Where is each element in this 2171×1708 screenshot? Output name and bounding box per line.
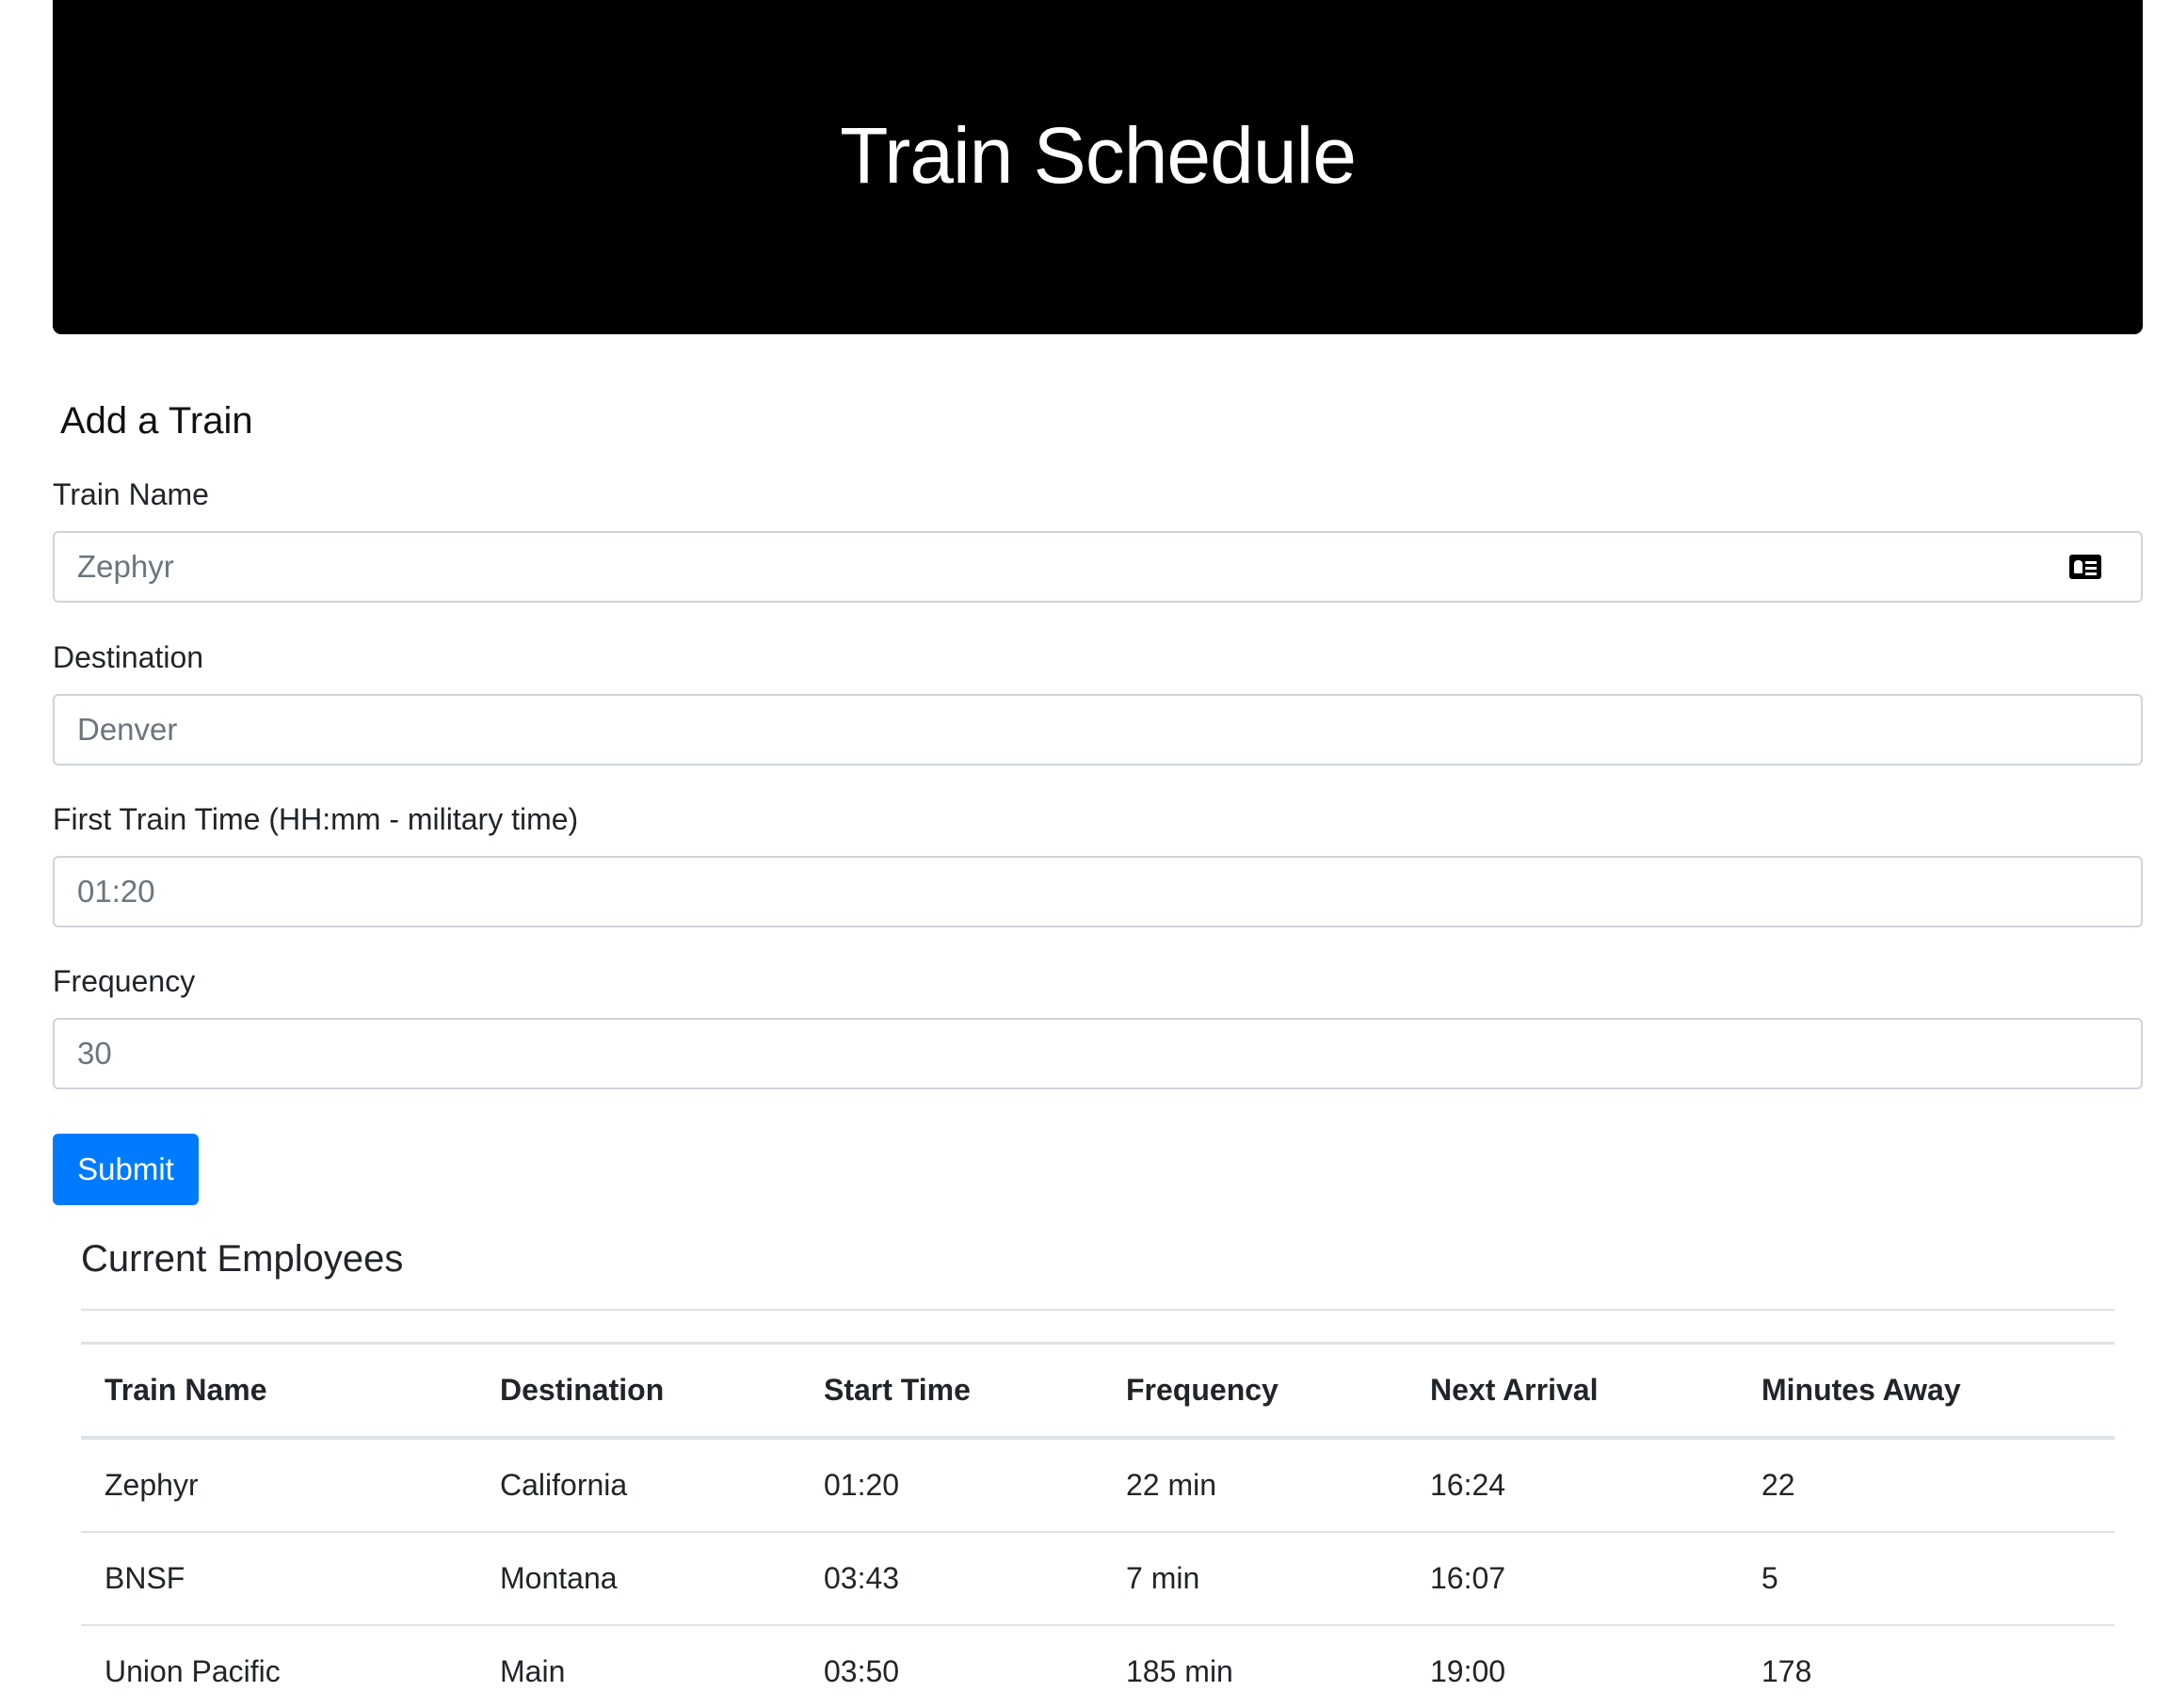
form-title: Add a Train [60, 400, 253, 442]
cell-frequency: 22 min [1102, 1438, 1407, 1533]
employees-title: Current Employees [81, 1238, 404, 1280]
cell-destination: California [476, 1438, 800, 1533]
cell-start-time: 03:43 [800, 1532, 1102, 1626]
divider [81, 1309, 2115, 1311]
train-table: Train Name Destination Start Time Freque… [81, 1342, 2115, 1708]
cell-minutes-away: 5 [1738, 1532, 2115, 1626]
cell-frequency: 7 min [1102, 1532, 1407, 1626]
cell-train-name: Zephyr [81, 1438, 476, 1533]
frequency-label: Frequency [53, 964, 196, 998]
destination-label: Destination [53, 640, 204, 674]
cell-train-name: BNSF [81, 1532, 476, 1626]
column-header-next-arrival: Next Arrival [1407, 1342, 1738, 1440]
table-row: Union Pacific Main 03:50 185 min 19:00 1… [81, 1625, 2115, 1708]
cell-train-name: Union Pacific [105, 1654, 281, 1688]
page-title: Train Schedule [840, 111, 1357, 200]
submit-button[interactable]: Submit [53, 1134, 199, 1205]
current-employees-section: Current Employees Train Name Destination… [81, 1233, 2115, 1688]
cell-minutes-away: 22 [1738, 1438, 2115, 1533]
train-name-label: Train Name [53, 477, 209, 511]
table-row: BNSF Montana 03:43 7 min 16:07 5 [81, 1532, 2115, 1626]
column-header-train-name: Train Name [81, 1342, 476, 1440]
cell-start-time: 01:20 [800, 1438, 1102, 1533]
first-train-time-label: First Train Time (HH:mm - military time) [53, 802, 579, 836]
cell-start-time: 03:50 [824, 1654, 900, 1688]
header-banner: Train Schedule [53, 0, 2143, 334]
column-header-destination: Destination [476, 1342, 800, 1440]
frequency-input[interactable] [53, 1018, 2143, 1089]
table-header-row: Train Name Destination Start Time Freque… [81, 1342, 2115, 1440]
destination-input[interactable] [53, 694, 2143, 765]
cell-destination: Montana [476, 1532, 800, 1626]
cell-next-arrival: 16:24 [1407, 1438, 1738, 1533]
cell-next-arrival: 16:07 [1407, 1532, 1738, 1626]
page: Train Schedule Add a Train Train Name De… [0, 0, 2171, 1708]
cell-frequency: 185 min [1126, 1654, 1233, 1688]
table-row: Zephyr California 01:20 22 min 16:24 22 [81, 1438, 2115, 1533]
contact-card-icon[interactable] [2069, 555, 2101, 579]
cell-next-arrival: 19:00 [1430, 1654, 1506, 1688]
cell-minutes-away: 178 [1761, 1654, 1812, 1688]
column-header-start-time: Start Time [800, 1342, 1102, 1440]
train-name-input[interactable] [53, 531, 2143, 603]
column-header-minutes-away: Minutes Away [1738, 1342, 2115, 1440]
first-train-time-input[interactable] [53, 856, 2143, 927]
cell-destination: Main [500, 1654, 566, 1688]
column-header-frequency: Frequency [1102, 1342, 1407, 1440]
